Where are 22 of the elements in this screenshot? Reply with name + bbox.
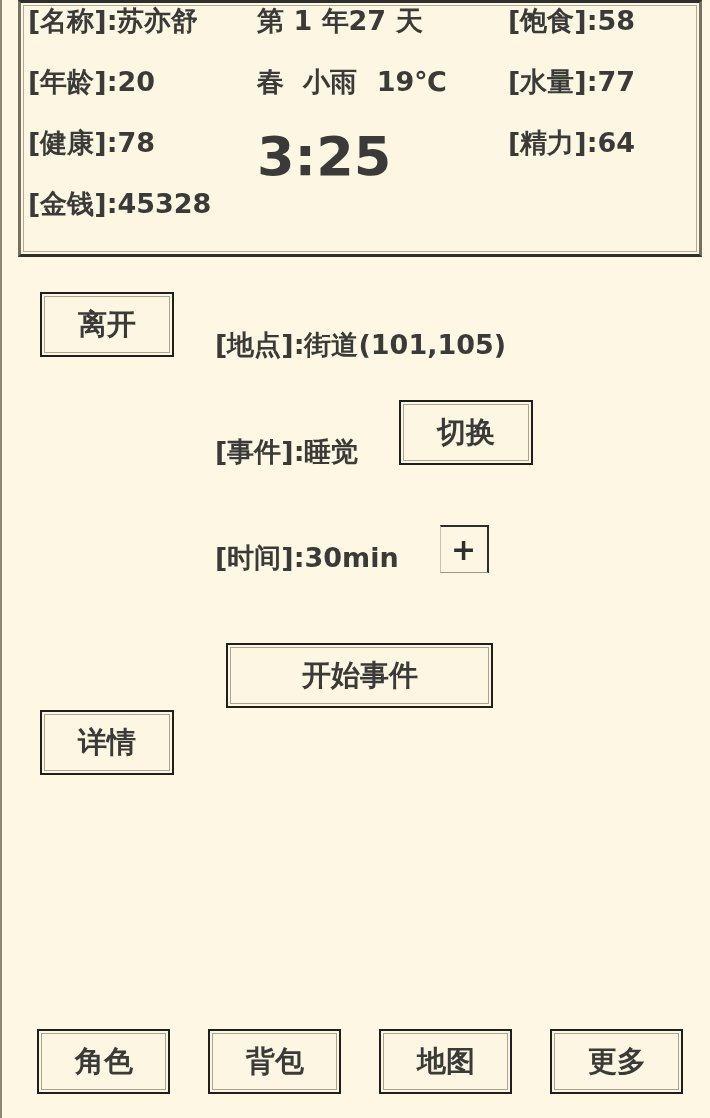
clock-text: 3:25: [257, 127, 392, 187]
location-text: [地点]:街道(101,105): [215, 328, 507, 362]
event-text: [事件]:睡觉: [215, 435, 359, 469]
stat-text: [健康]:78: [28, 126, 156, 160]
weather-text: 春 小雨 19℃: [257, 65, 448, 99]
nav-button[interactable]: 背包: [208, 1029, 341, 1094]
nav-button[interactable]: 地图: [379, 1029, 512, 1094]
nav-button[interactable]: 更多: [550, 1029, 683, 1094]
leave-button[interactable]: 离开: [40, 292, 174, 357]
stat-text: [精力]:64: [508, 126, 636, 160]
date-text: 第 1 年27 天: [257, 4, 423, 38]
switch-button[interactable]: 切换: [399, 400, 534, 465]
stat-text: [水量]:77: [508, 65, 636, 99]
stat-text: [年龄]:20: [28, 65, 156, 99]
stat-text: [饱食]:58: [508, 4, 636, 38]
nav-button[interactable]: 角色: [37, 1029, 170, 1094]
start-event-button[interactable]: 开始事件: [226, 643, 493, 708]
time-text: [时间]:30min: [215, 541, 399, 575]
stat-text: [名称]:苏亦舒: [28, 4, 199, 38]
details-button[interactable]: 详情: [40, 710, 174, 775]
plus-button[interactable]: +: [439, 525, 489, 573]
stat-text: [金钱]:45328: [28, 187, 212, 221]
